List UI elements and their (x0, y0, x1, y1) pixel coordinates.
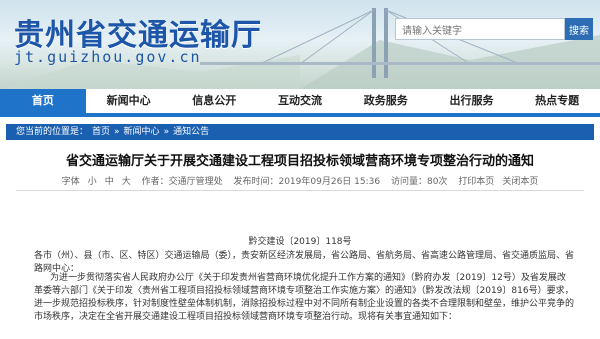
breadcrumb: 您当前的位置是： 首页 » 新闻中心 » 通知公告 (6, 124, 594, 140)
article-published: 发布时间：2019年09月26日 15:36 (233, 177, 381, 187)
article-title: 省交通运输厅关于开展交通建设工程项目招投标领域营商环境专项整治行动的通知 (65, 154, 534, 169)
font-size-small[interactable]: 小 (88, 177, 97, 187)
nav-item-services[interactable]: 政务服务 (343, 89, 429, 113)
search-input[interactable] (396, 21, 564, 42)
site-url: jt.guizhou.gov.cn (14, 48, 202, 66)
breadcrumb-item-home[interactable]: 首页 (92, 124, 110, 140)
breadcrumb-separator: » (114, 127, 120, 137)
article-source: 作者：交通厅管理处 (141, 177, 223, 187)
nav-item-interaction[interactable]: 互动交流 (257, 89, 343, 113)
divider (16, 190, 584, 191)
print-button[interactable]: 打印本页 (458, 177, 494, 187)
close-page-button[interactable]: 关闭本页 (502, 177, 538, 187)
nav-item-news[interactable]: 新闻中心 (86, 89, 172, 113)
font-size-label: 字体 (61, 177, 80, 187)
font-size-large[interactable]: 大 (122, 177, 131, 187)
breadcrumb-prefix: 您当前的位置是： (16, 127, 89, 137)
breadcrumb-separator: » (163, 127, 170, 137)
article-views: 访问量：80次 (390, 177, 448, 187)
doc-number: 黔交建设〔2019〕118号 (248, 237, 352, 247)
nav-underline (0, 113, 600, 117)
site-header: 贵州省交通运输厅 jt.guizhou.gov.cn 搜索 (0, 0, 600, 89)
nav-item-info[interactable]: 信息公开 (171, 89, 257, 113)
breadcrumb-item-news[interactable]: 新闻中心 (124, 124, 160, 140)
nav-item-topics[interactable]: 热点专题 (514, 89, 600, 113)
font-size-medium[interactable]: 中 (105, 177, 114, 187)
nav-item-home[interactable]: 首页 (0, 89, 86, 113)
search-box (395, 18, 565, 42)
nav-item-travel[interactable]: 出行服务 (429, 89, 515, 113)
breadcrumb-item-notices[interactable]: 通知公告 (173, 124, 209, 140)
article-meta: 字体小中大 作者：交通厅管理处 发布时间：2019年09月26日 15:36 访… (6, 174, 594, 187)
body-paragraph: 为进一步贯彻落实省人民政府办公厅《关于印发贵州省营商环境优化提升工作方案的通知》… (34, 273, 575, 322)
article: 省交通运输厅关于开展交通建设工程项目招投标领域营商环境专项整治行动的通知 字体小… (6, 142, 594, 339)
main-nav: 首页 新闻中心 信息公开 互动交流 政务服务 出行服务 热点专题 (0, 89, 600, 113)
search-button[interactable]: 搜索 (565, 18, 593, 40)
